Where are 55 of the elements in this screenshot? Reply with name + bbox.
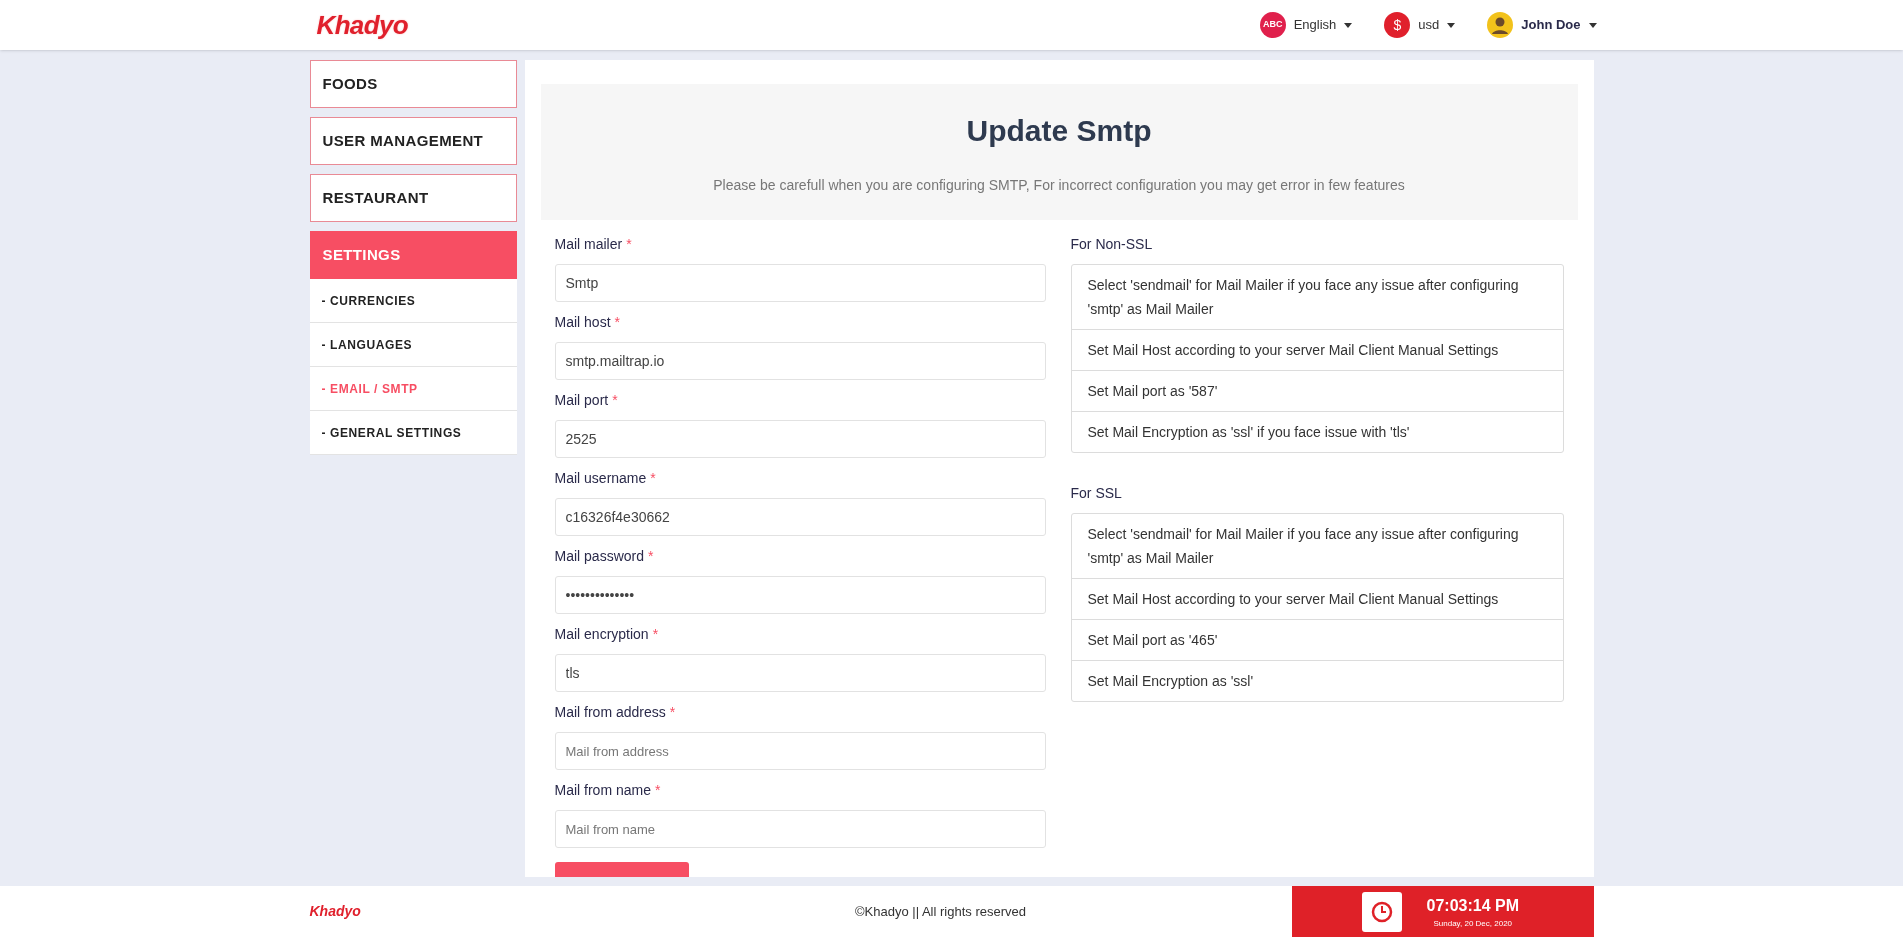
hint-item: Set Mail port as '587' — [1071, 371, 1563, 412]
currency-icon: $ — [1384, 12, 1411, 38]
field-label: Mail from name — [554, 780, 651, 800]
input-field[interactable]: •••••••••••••• — [554, 576, 1046, 614]
input-field[interactable]: c16326f4e30662 — [554, 498, 1046, 536]
required-mark: * — [612, 390, 618, 410]
hint-item: Select 'sendmail' for Mail Mailer if you face any issue after configuring 'smtp' as Mail Mailer — [1071, 514, 1563, 579]
hint-item: Set Mail Encryption as 'ssl' — [1086, 672, 1255, 691]
sidebar-item[interactable]: FOODS — [309, 60, 517, 108]
required-mark: * — [652, 624, 659, 644]
page-subtitle: Please be carefull when you are configuring SMTP, For incorrect configuration you may get error in few features — [713, 176, 1405, 195]
required-mark: * — [626, 234, 632, 254]
section-title: For SSL — [1070, 483, 1123, 503]
required-mark: * — [654, 780, 661, 800]
field-label: Mail encryption — [554, 624, 649, 644]
hint-item: Set Mail Host according to your server Mail Client Manual Settings — [1071, 330, 1563, 371]
required-mark: * — [669, 702, 676, 722]
field-label: Mail port — [554, 390, 609, 410]
field-label: Mail host — [554, 312, 611, 332]
section-title: For Non-SSL — [1070, 234, 1154, 254]
hint-item: Set Mail port as '465' — [1071, 620, 1563, 661]
field-label: Mail from address — [554, 702, 666, 722]
clock-date: Sunday, 20 Dec, 2020 — [1433, 917, 1513, 930]
sidebar-item[interactable]: RESTAURANT — [309, 174, 517, 222]
required-mark: * — [650, 468, 656, 488]
user-menu[interactable]: John Doe — [1487, 12, 1597, 38]
currency-dropdown[interactable]: $ usd — [1384, 12, 1456, 38]
submenu-item[interactable]: - GENERAL SETTINGS — [309, 411, 517, 455]
submenu-item[interactable]: - LANGUAGES — [309, 323, 517, 367]
input-field[interactable]: Smtp — [554, 264, 1046, 302]
copyright-text: ©Khadyo || All rights reserved — [854, 902, 1027, 921]
hint-item: Set Mail Host according to your server Mail Client Manual Settings — [1071, 579, 1563, 620]
submenu-item[interactable]: - CURRENCIES — [309, 279, 517, 323]
footer-logo: Khadyo — [309, 902, 362, 921]
required-mark: * — [614, 312, 620, 332]
input-field[interactable]: smtp.mailtrap.io — [554, 342, 1046, 380]
page-title: Update Smtp — [966, 113, 1152, 149]
clock-time: 07:03:14 PM — [1426, 895, 1519, 916]
field-label: Mail password — [554, 546, 644, 566]
input-field[interactable]: Mail from name — [554, 810, 1046, 848]
input-field[interactable]: 2525 — [554, 420, 1046, 458]
hint-item: Set Mail Encryption as 'ssl' if you face issue with 'tls' — [1086, 423, 1411, 442]
input-field[interactable]: tls — [554, 654, 1046, 692]
user-name: John Doe — [1521, 16, 1581, 35]
logo[interactable]: Khadyo — [316, 5, 408, 45]
field-label: Mail mailer — [554, 234, 623, 254]
language-label: English — [1293, 16, 1337, 35]
hint-item: Select 'sendmail' for Mail Mailer if you face any issue after configuring 'smtp' as Mail Mailer — [1071, 265, 1563, 330]
field-label: Mail username — [554, 468, 647, 488]
language-dropdown[interactable]: ABC English — [1259, 12, 1353, 38]
currency-label: usd — [1418, 16, 1440, 35]
sidebar-item[interactable]: USER MANAGEMENT — [309, 117, 517, 165]
input-field[interactable]: Mail from address — [554, 732, 1046, 770]
language-icon: ABC — [1259, 12, 1286, 38]
required-mark: * — [648, 546, 654, 566]
